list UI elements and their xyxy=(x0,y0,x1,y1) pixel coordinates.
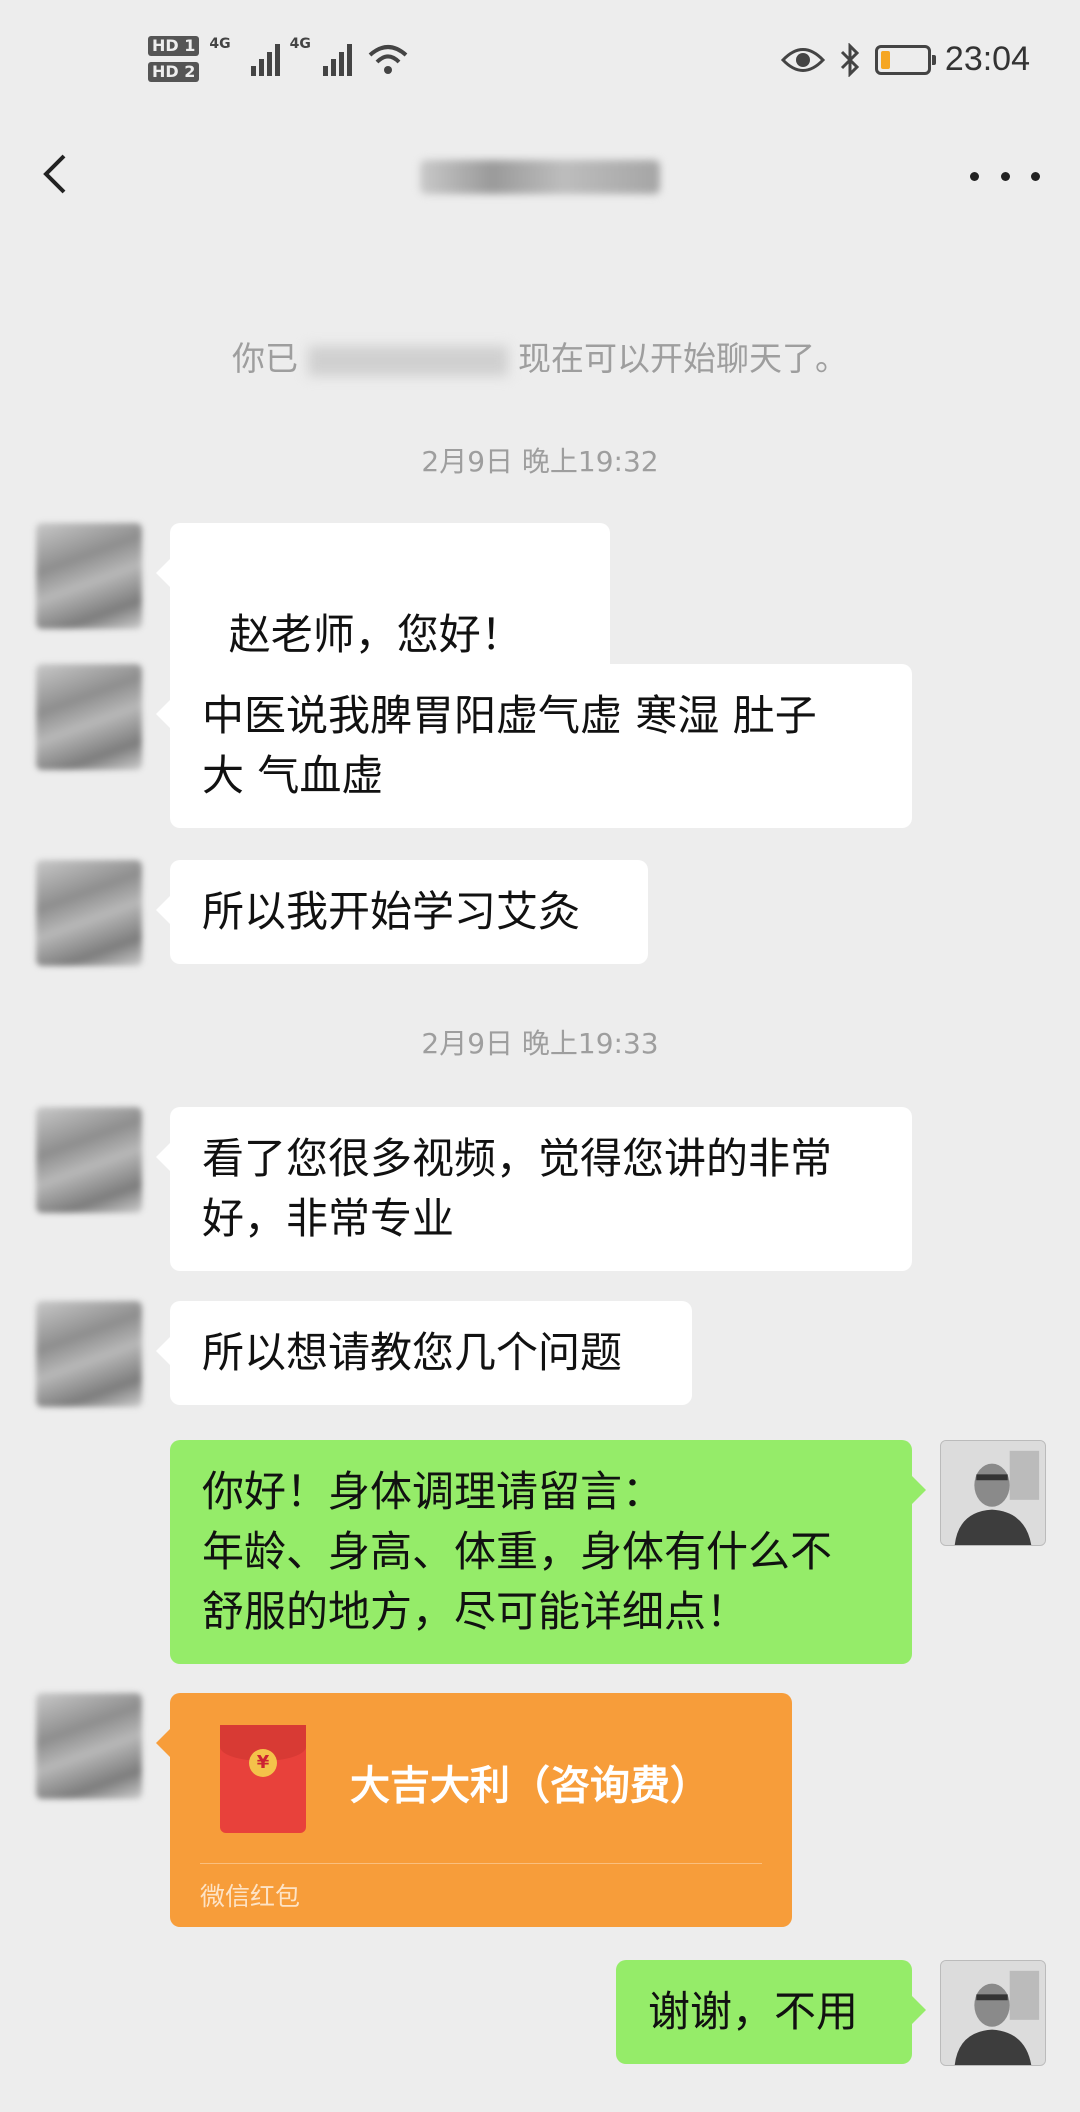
contact-name-redacted xyxy=(420,160,660,194)
red-packet-card[interactable]: ¥ 大吉大利（咨询费） 微信红包 xyxy=(156,1693,792,1927)
network-indicators: HD 1 HD 2 4G 4G xyxy=(148,36,408,82)
coin-icon: ¥ xyxy=(249,1749,277,1777)
sim-labels: HD 1 HD 2 xyxy=(148,36,200,82)
eye-icon xyxy=(780,47,825,72)
status-right: 23:04 xyxy=(780,40,1030,79)
message-bubble[interactable]: 你好！身体调理请留言： 年龄、身高、体重，身体有什么不 舒服的地方，尽可能详细点… xyxy=(170,1440,926,1664)
avatar[interactable] xyxy=(36,1301,142,1407)
network-type-2: 4G xyxy=(289,36,311,52)
signal-icon xyxy=(250,42,280,76)
user-portrait-icon xyxy=(941,1961,1045,2065)
avatar[interactable] xyxy=(36,860,142,966)
avatar[interactable] xyxy=(940,1960,1046,2066)
system-message: 你已 现在可以开始聊天了。 xyxy=(232,339,848,378)
bluetooth-icon xyxy=(840,42,860,77)
battery-icon xyxy=(874,44,936,75)
user-portrait-icon xyxy=(941,1441,1045,1545)
timestamp: 2月9日 晚上19:33 xyxy=(421,1027,659,1060)
chat-header xyxy=(0,130,1080,220)
redacted-text xyxy=(308,345,508,376)
avatar[interactable] xyxy=(36,523,142,629)
red-packet-icon: ¥ xyxy=(220,1725,306,1833)
battery-fill xyxy=(880,50,890,69)
message-bubble[interactable]: 中医说我脾胃阳虚气虚 寒湿 肚子 大 气血虚 xyxy=(156,664,912,828)
status-bar: HD 1 HD 2 4G 4G 23:04 xyxy=(0,0,1080,130)
message-bubble[interactable]: 所以我开始学习艾灸 xyxy=(156,860,648,964)
message-bubble[interactable]: 所以想请教您几个问题 xyxy=(156,1301,692,1405)
signal-icon xyxy=(322,42,352,76)
wifi-icon xyxy=(368,45,408,74)
avatar[interactable] xyxy=(940,1440,1046,1546)
avatar[interactable] xyxy=(36,1107,142,1213)
sim1-label: HD 1 xyxy=(148,36,200,56)
message-bubble[interactable]: 谢谢，不用 xyxy=(616,1960,926,2064)
red-packet-label: 微信红包 xyxy=(200,1882,301,1911)
chevron-left-icon[interactable] xyxy=(30,144,90,204)
more-dots-icon[interactable] xyxy=(970,156,1040,196)
status-time: 23:04 xyxy=(944,40,1030,78)
timestamp-partial xyxy=(0,222,1080,242)
sim2-label: HD 2 xyxy=(148,62,200,82)
timestamp: 2月9日 晚上19:32 xyxy=(421,445,659,478)
network-type-1: 4G xyxy=(209,36,231,52)
avatar[interactable] xyxy=(36,664,142,770)
red-packet-title: 大吉大利（咨询费） xyxy=(350,1763,710,1809)
avatar[interactable] xyxy=(36,1693,142,1799)
divider xyxy=(200,1863,762,1864)
message-bubble[interactable]: 看了您很多视频，觉得您讲的非常 好，非常专业 xyxy=(156,1107,912,1271)
